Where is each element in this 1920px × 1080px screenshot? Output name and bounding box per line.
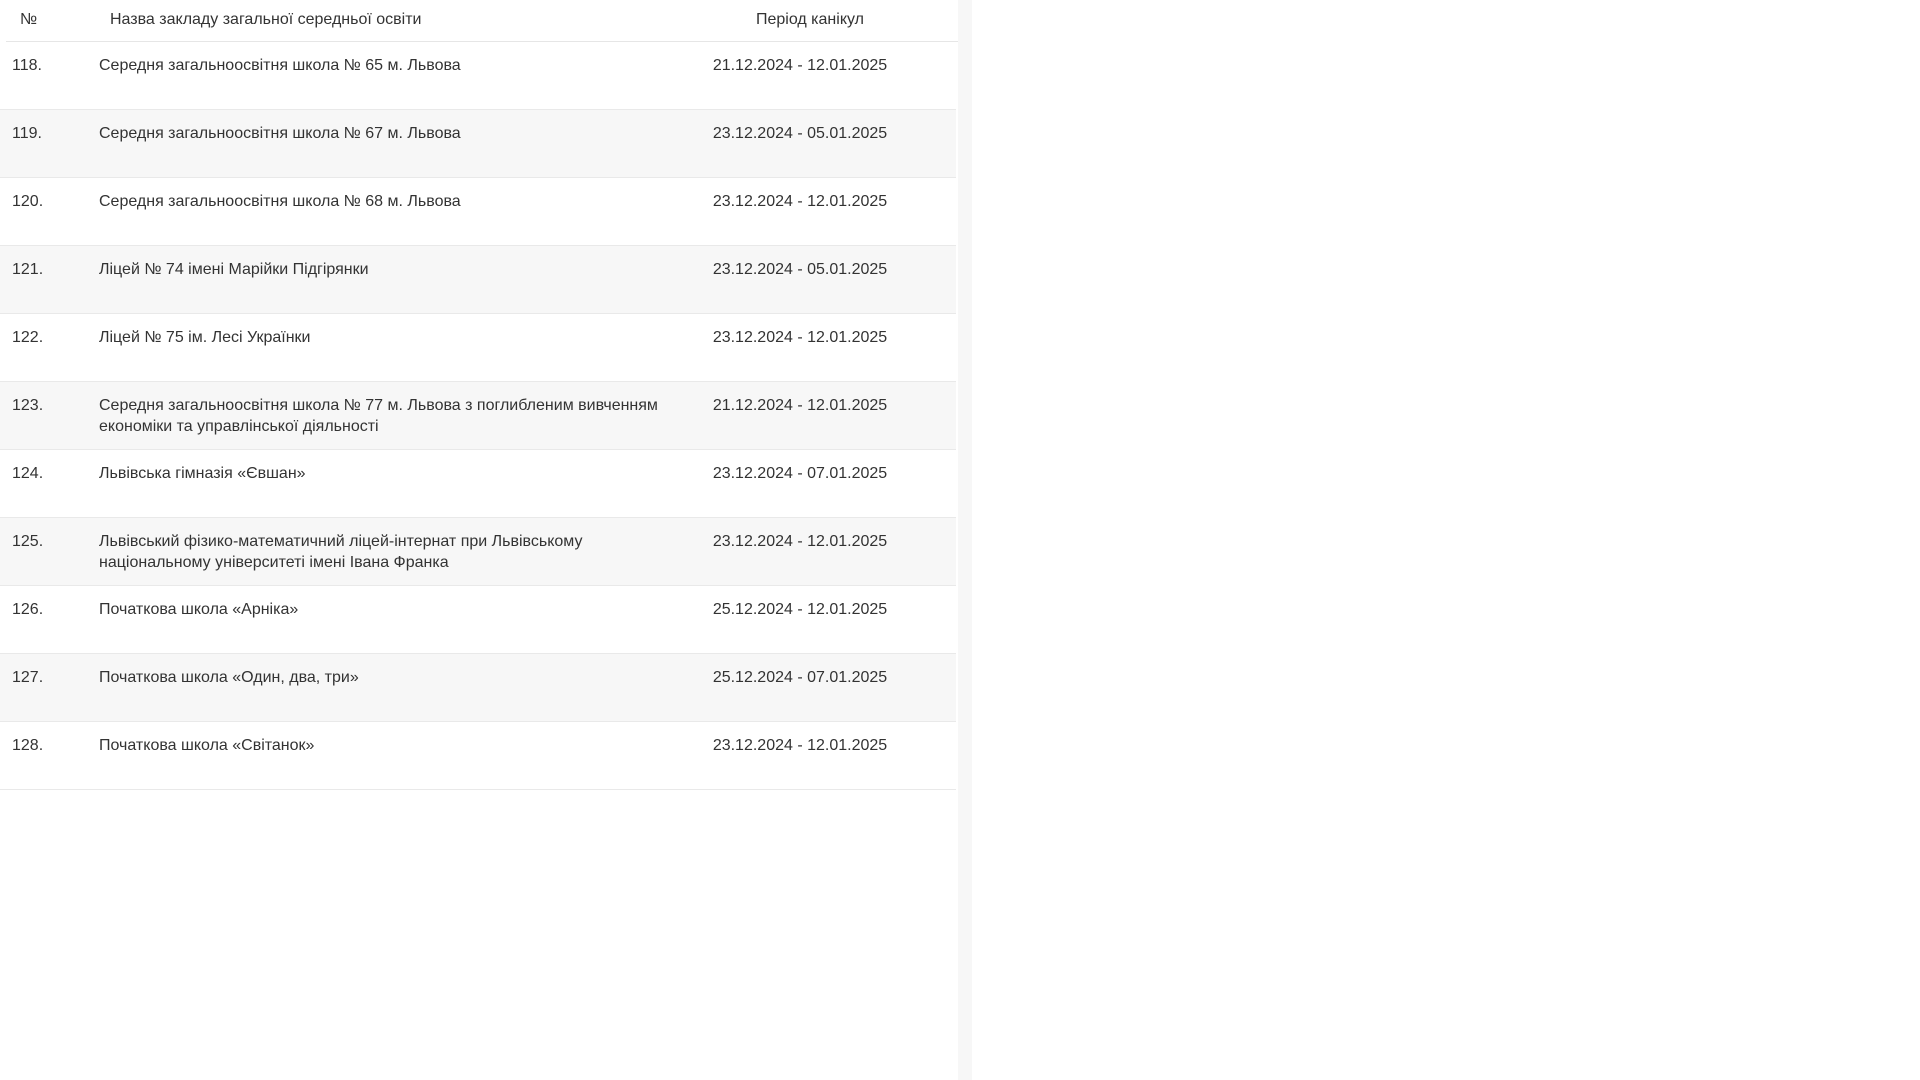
holiday-period: 23.12.2024 - 12.01.2025 <box>712 533 888 550</box>
school-name: Початкова школа «Арніка» <box>99 601 299 618</box>
table-row: 127. Початкова школа «Один, два, три» 25.1… <box>0 654 956 722</box>
table-row: 125. Львівський фізико-математичний ліцей… <box>0 518 956 586</box>
table-row: 123. Середня загальноосвітня школа № 77 м… <box>0 382 956 450</box>
header-number: № <box>20 11 38 28</box>
holiday-period: 23.12.2024 - 12.01.2025 <box>712 329 888 346</box>
table-row: 120. Середня загальноосвітня школа № 68 м… <box>0 178 956 246</box>
holiday-period: 25.12.2024 - 07.01.2025 <box>712 669 888 686</box>
holiday-period: 23.12.2024 - 05.01.2025 <box>712 125 888 142</box>
table-row: 118. Середня загальноосвітня школа № 65 м… <box>0 42 956 110</box>
row-number: 121. <box>12 261 44 278</box>
header-holiday-period: Період канікул <box>756 11 864 28</box>
row-number: 126. <box>12 601 44 618</box>
table-row: 124. Львівська гімназія «Євшан» 23.12.2024… <box>0 450 956 518</box>
row-number: 118. <box>12 57 42 74</box>
school-name: Середня загальноосвітня школа № 65 м. Ль… <box>99 57 461 74</box>
holiday-period: 25.12.2024 - 12.01.2025 <box>712 601 888 618</box>
holiday-period: 23.12.2024 - 12.01.2025 <box>712 737 888 754</box>
school-name: Початкова школа «Один, два, три» <box>99 669 359 686</box>
row-number: 128. <box>12 737 44 754</box>
table-row: 121. Ліцей № 74 імені Марійки Підгірянки 2… <box>0 246 956 314</box>
table-header: № Назва закладу загальної середньої осві… <box>6 0 962 42</box>
table-row: 122. Ліцей № 75 ім. Лесі Українки 23.12.20… <box>0 314 956 382</box>
row-number: 122. <box>12 329 44 346</box>
school-name: Середня загальноосвітня школа № 68 м. Ль… <box>99 193 461 210</box>
school-name: Ліцей № 74 імені Марійки Підгірянки <box>99 261 369 278</box>
holidays-table: № Назва закладу загальної середньої осві… <box>0 0 962 790</box>
holiday-period: 23.12.2024 - 07.01.2025 <box>712 465 888 482</box>
row-number: 120. <box>12 193 44 210</box>
row-number: 124. <box>12 465 44 482</box>
content-panel: № Назва закладу загальної середньої осві… <box>0 0 962 1080</box>
row-number: 119. <box>12 125 42 142</box>
header-school-name: Назва закладу загальної середньої освіти <box>110 11 422 28</box>
table-row: 128. Початкова школа «Світанок» 23.12.2024… <box>0 722 956 790</box>
school-name: Середня загальноосвітня школа № 67 м. Ль… <box>99 125 461 142</box>
school-name: Початкова школа «Світанок» <box>99 737 315 754</box>
holiday-period: 21.12.2024 - 12.01.2025 <box>712 57 888 74</box>
table-body: 118. Середня загальноосвітня школа № 65 м… <box>0 42 958 790</box>
school-name: Львівська гімназія «Євшан» <box>99 465 306 482</box>
holiday-period: 21.12.2024 - 12.01.2025 <box>712 397 888 414</box>
row-number: 125. <box>12 533 44 550</box>
holiday-period: 23.12.2024 - 05.01.2025 <box>712 261 888 278</box>
school-name: Ліцей № 75 ім. Лесі Українки <box>99 329 311 346</box>
school-name: Львівський фізико-математичний ліцей-інт… <box>99 533 583 571</box>
panel-divider <box>958 0 972 1080</box>
holiday-period: 23.12.2024 - 12.01.2025 <box>712 193 888 210</box>
row-number: 123. <box>12 397 44 414</box>
blank-panel <box>972 0 1920 1080</box>
row-number: 127. <box>12 669 44 686</box>
school-name: Середня загальноосвітня школа № 77 м. Ль… <box>99 397 658 435</box>
table-row: 119. Середня загальноосвітня школа № 67 м… <box>0 110 956 178</box>
table-row: 126. Початкова школа «Арніка» 25.12.2024 -… <box>0 586 956 654</box>
